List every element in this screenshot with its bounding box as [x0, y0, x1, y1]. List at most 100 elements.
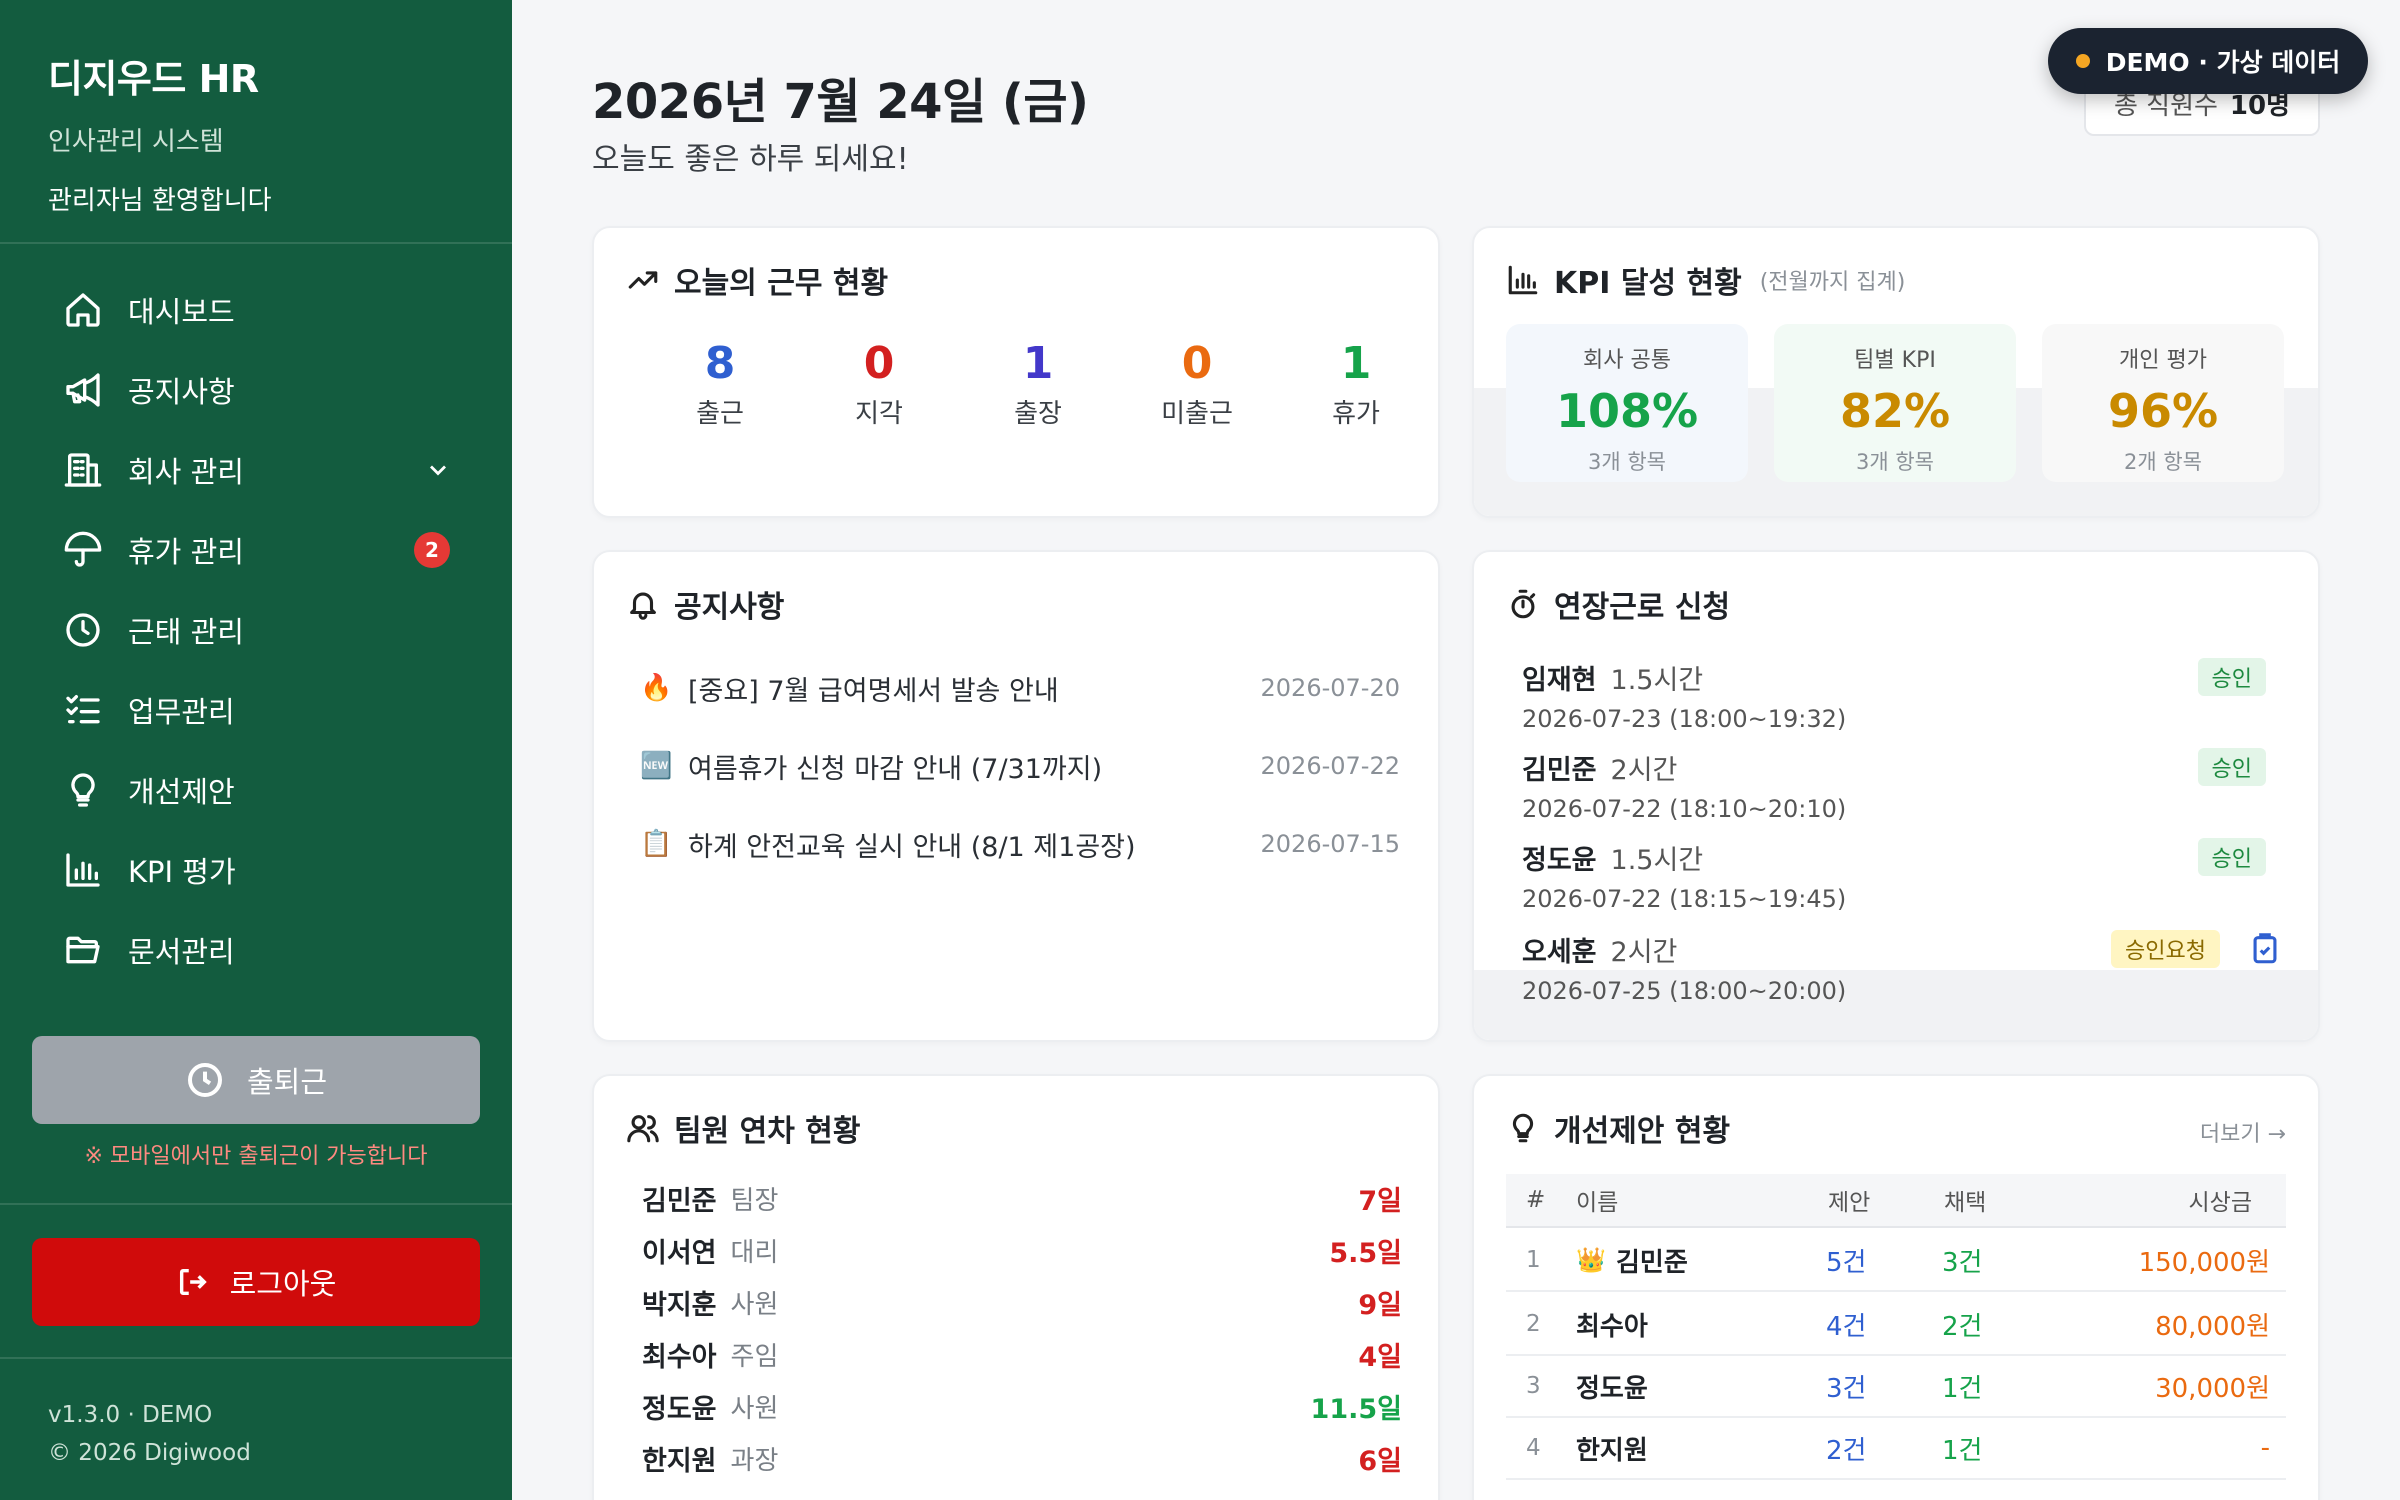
nav-label: 대시보드	[128, 295, 235, 329]
adopted-cell: 2건	[1942, 1311, 1983, 1342]
overtime-detail: 2026-07-22 (18:15~19:45)	[1522, 885, 1847, 913]
copyright-text: © 2026 Digiwood	[48, 1440, 251, 1466]
notice-item[interactable]: 📋 하계 안전교육 실시 안내 (8/1 제1공장) 2026-07-15	[640, 824, 1400, 864]
nav-label: 개선제안	[128, 775, 235, 809]
card-header: 연장근로 신청	[1506, 582, 1730, 626]
status-badge: 승인요청	[2111, 930, 2220, 968]
overtime-item[interactable]: 김민준 2시간 2026-07-22 (18:10~20:10) 승인	[1522, 748, 2282, 823]
approve-clipboard-icon[interactable]	[2248, 932, 2282, 966]
logout-label: 로그아웃	[229, 1267, 337, 1301]
kpi-box-personal[interactable]: 개인 평가 96% 2개 항목	[2042, 324, 2284, 482]
status-badge: 승인	[2197, 658, 2266, 696]
page-greeting: 오늘도 좋은 하루 되세요!	[592, 142, 909, 177]
stat-value: 8	[704, 338, 736, 389]
table-row[interactable]: 1 👑 김민준 5건 3건 150,000원	[1506, 1230, 2286, 1292]
leave-card: 팀원 연차 현황 김민준 팀장 7일 이서연 대리 5.5일 박지훈 사원 9일…	[592, 1074, 1440, 1500]
chevron-down-icon[interactable]	[424, 456, 452, 484]
overtime-item[interactable]: 오세훈 2시간 2026-07-25 (18:00~20:00) 승인요청	[1522, 930, 2282, 1005]
column-header: 이름	[1576, 1190, 1619, 1216]
kpi-box-team[interactable]: 팀별 KPI 82% 3개 항목	[1774, 324, 2016, 482]
status-badge: 승인	[2197, 748, 2266, 786]
leave-row[interactable]: 최수아 주임 4일	[642, 1334, 1402, 1374]
logout-button[interactable]: 로그아웃	[32, 1238, 480, 1326]
megaphone-icon	[62, 369, 104, 411]
employee-name: 박지훈	[642, 1289, 717, 1321]
kpi-value: 82%	[1839, 384, 1951, 438]
brand: 디지우드 HR 인사관리 시스템 관리자님 환영합니다	[48, 48, 272, 217]
nav-item-tasks[interactable]: 업무관리	[32, 670, 480, 750]
proposals-cell: 5건	[1826, 1247, 1867, 1278]
table-row[interactable]: 2 최수아 4건 2건 80,000원	[1506, 1294, 2286, 1356]
overtime-detail: 2026-07-23 (18:00~19:32)	[1522, 705, 1847, 733]
sidebar-divider	[0, 242, 512, 244]
column-header: #	[1526, 1187, 1546, 1213]
status-badge: 승인	[2197, 838, 2266, 876]
brand-name: 디지우드 HR	[48, 57, 259, 101]
brand-subtitle: 인사관리 시스템	[48, 127, 224, 157]
notice-date: 2026-07-20	[1260, 674, 1400, 702]
stat-label: 출장	[1014, 399, 1062, 429]
overtime-item[interactable]: 임재현 1.5시간 2026-07-23 (18:00~19:32) 승인	[1522, 658, 2282, 733]
leave-row[interactable]: 이서연 대리 5.5일	[642, 1230, 1402, 1270]
mobile-only-note: ※ 모바일에서만 출퇴근이 가능합니다	[84, 1144, 428, 1169]
kpi-card: KPI 달성 현황 (전월까지 집계) 회사 공통 108% 3개 항목 팀별 …	[1472, 226, 2320, 518]
bar-chart-icon	[62, 849, 104, 891]
card-title: 연장근로 신청	[1554, 590, 1731, 625]
leave-days: 7일	[1358, 1185, 1402, 1217]
nav-item-suggestions[interactable]: 개선제안	[32, 750, 480, 830]
card-header: 공지사항	[626, 582, 784, 626]
name-cell: 최수아	[1576, 1311, 1648, 1342]
building-icon	[62, 449, 104, 491]
leave-row[interactable]: 정도윤 사원 11.5일	[642, 1386, 1402, 1426]
nav-label: 회사 관리	[128, 455, 244, 489]
kpi-value: 96%	[2107, 384, 2219, 438]
card-header: KPI 달성 현황 (전월까지 집계)	[1506, 258, 1905, 302]
kpi-box-company[interactable]: 회사 공통 108% 3개 항목	[1506, 324, 1748, 482]
rank-cell: 2	[1526, 1311, 1541, 1337]
adopted-cell: 1건	[1942, 1373, 1983, 1404]
tasklist-icon	[62, 689, 104, 731]
overtime-item[interactable]: 정도윤 1.5시간 2026-07-22 (18:15~19:45) 승인	[1522, 838, 2282, 913]
leave-row[interactable]: 김민준 팀장 7일	[642, 1178, 1402, 1218]
notice-item[interactable]: 🔥 [중요] 7월 급여명세서 발송 안내 2026-07-20	[640, 668, 1400, 708]
leave-row[interactable]: 박지훈 사원 9일	[642, 1282, 1402, 1322]
overtime-hours: 1.5시간	[1610, 665, 1704, 696]
column-header: 채택	[1944, 1190, 1987, 1216]
table-row[interactable]: 3 정도윤 3건 1건 30,000원	[1506, 1356, 2286, 1418]
stat-label: 미출근	[1161, 399, 1233, 429]
employee-rank: 사원	[730, 1393, 779, 1424]
clock-button-label: 출퇴근	[246, 1065, 328, 1099]
employee-name: 정도윤	[642, 1393, 717, 1425]
attendance-stat: 8 출근	[640, 338, 800, 430]
nav-label: KPI 평가	[128, 855, 236, 889]
rank-cell: 1	[1526, 1247, 1541, 1273]
nav-item-notices[interactable]: 공지사항	[32, 350, 480, 430]
leave-days: 6일	[1358, 1445, 1402, 1477]
nav-item-leave[interactable]: 휴가 관리 2	[32, 510, 480, 590]
card-header: 개선제안 현황	[1506, 1106, 1730, 1150]
nav-item-kpi[interactable]: KPI 평가	[32, 830, 480, 910]
leave-row[interactable]: 한지원 과장 6일	[642, 1438, 1402, 1478]
nav-item-dashboard[interactable]: 대시보드	[32, 270, 480, 350]
card-title: KPI 달성 현황	[1554, 266, 1742, 301]
welcome-text: 관리자님 환영합니다	[48, 186, 272, 216]
notice-item[interactable]: 🆕 여름휴가 신청 마감 안내 (7/31까지) 2026-07-22	[640, 746, 1400, 786]
attendance-stat: 0 지각	[799, 338, 959, 430]
card-title: 오늘의 근무 현황	[674, 266, 889, 301]
nav-item-attendance[interactable]: 근태 관리	[32, 590, 480, 670]
clock-in-out-button[interactable]: 출퇴근	[32, 1036, 480, 1124]
table-row[interactable]: 4 한지원 2건 1건 -	[1506, 1418, 2286, 1480]
more-link[interactable]: 더보기 →	[2200, 1116, 2286, 1148]
nav-item-documents[interactable]: 문서관리	[32, 910, 480, 990]
proposals-cell: 4건	[1826, 1311, 1867, 1342]
adopted-cell: 1건	[1942, 1435, 1983, 1466]
umbrella-icon	[62, 529, 104, 571]
home-icon	[62, 289, 104, 331]
leave-days: 5.5일	[1329, 1237, 1402, 1269]
nav-item-company[interactable]: 회사 관리	[32, 430, 480, 510]
name-cell: 김민준	[1616, 1247, 1688, 1278]
kpi-label: 개인 평가	[2119, 348, 2207, 373]
sidebar-nav: 대시보드 공지사항 회사 관리 휴가 관리 2 근태 관리 업무관리 개선제안	[32, 270, 480, 990]
sidebar: 디지우드 HR 인사관리 시스템 관리자님 환영합니다 대시보드 공지사항 회사…	[0, 0, 512, 1500]
reward-cell: 80,000원	[2155, 1311, 2270, 1342]
